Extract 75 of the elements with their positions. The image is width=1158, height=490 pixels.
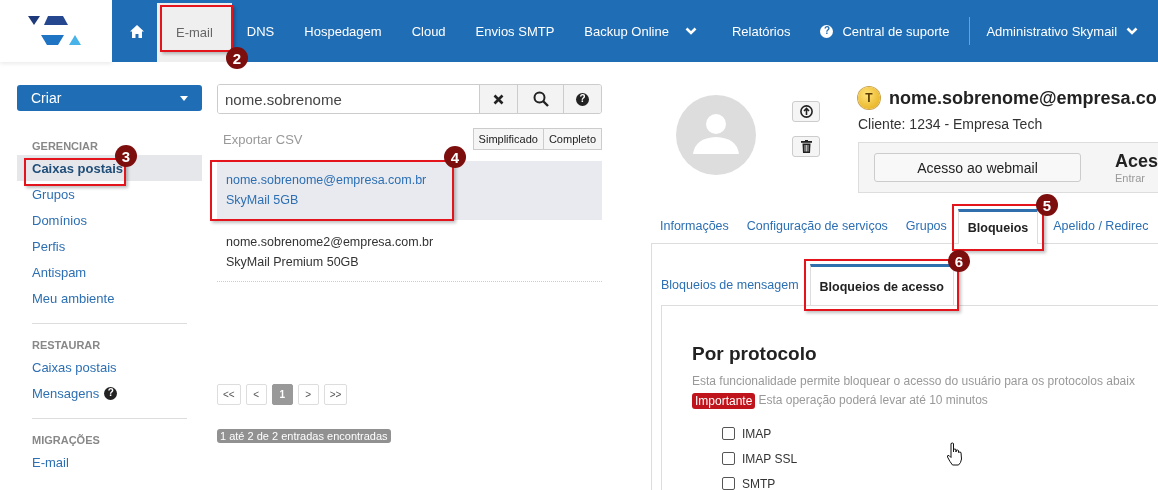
tab[interactable]: Bloqueios — [957, 209, 1039, 244]
section-title: MIGRAÇÕES — [31, 434, 101, 446]
sidebar-item[interactable]: Mensagens ? — [17, 380, 202, 406]
access-title: Aces — [1114, 151, 1158, 172]
create-button[interactable]: Criar — [17, 85, 202, 111]
upload-button[interactable] — [792, 101, 820, 122]
chevron-down-icon — [1126, 26, 1139, 36]
webmail-button[interactable]: Acesso ao webmail — [874, 153, 1081, 182]
step-marker: 5 — [1036, 194, 1058, 216]
home-icon — [130, 24, 144, 38]
logo-icon[interactable] — [28, 16, 82, 46]
nav-tab[interactable]: Hospedagem — [289, 17, 397, 45]
sidebar-item[interactable]: E-mail — [17, 449, 202, 475]
sidebar-item[interactable]: Grupos — [17, 181, 202, 207]
mailbox-email: nome.sobrenome@empresa.com.br — [226, 172, 428, 189]
caret-icon — [180, 95, 188, 101]
chevron-down-icon — [684, 26, 697, 36]
mailbox-plan: SkyMail Premium 50GB — [226, 254, 360, 271]
protocol-label: IMAP — [742, 426, 772, 441]
page-button[interactable]: >> — [323, 384, 348, 405]
nav-tab[interactable]: E-mail — [157, 3, 232, 62]
hand-cursor-icon — [946, 442, 964, 466]
sidebar-item[interactable]: Perfis — [17, 233, 202, 259]
nav-tab[interactable]: Cloud — [396, 17, 461, 45]
sidebar-item[interactable]: Meu ambiente — [17, 285, 202, 311]
upload-icon — [799, 105, 813, 118]
protocol-label: IMAP SSL — [742, 451, 798, 466]
page-button[interactable]: > — [297, 384, 319, 405]
subtab[interactable]: Bloqueios de mensagem — [652, 264, 808, 305]
tab[interactable]: Informações — [651, 209, 738, 243]
step-marker: 6 — [948, 250, 970, 272]
delete-button[interactable] — [792, 136, 820, 157]
tab[interactable]: Grupos — [896, 209, 956, 243]
notice-text: Esta operação poderá levar até 10 minutos — [758, 392, 988, 409]
access-subtitle: Entrar — [1114, 172, 1146, 184]
step-marker: 2 — [226, 47, 248, 69]
help-icon: ? — [104, 386, 118, 400]
support-link[interactable]: ? Central de suporte — [805, 17, 965, 45]
view-toggle-button[interactable]: Simplificado — [472, 128, 544, 150]
mailbox-plan: SkyMail 5GB — [226, 192, 300, 209]
mailbox-title: nome.sobrenome@empresa.co — [889, 87, 1157, 109]
subtab[interactable]: Bloqueios de acesso — [809, 264, 954, 306]
description-text: Esta funcionalidade permite bloquear o acesso do usuário para os protocolos abaix — [692, 373, 1136, 390]
protocol-checkbox[interactable] — [722, 477, 735, 490]
page-button[interactable]: < — [245, 384, 267, 405]
sidebar-item[interactable]: Caixas postais — [17, 354, 202, 380]
section-heading: Por protocolo — [692, 342, 818, 366]
sidebar-item[interactable]: Domínios — [17, 207, 202, 233]
help-icon: ? — [820, 24, 834, 38]
section-title: RESTAURAR — [31, 339, 102, 351]
step-marker: 4 — [444, 146, 466, 168]
protocol-checkbox[interactable] — [722, 452, 735, 465]
section-title: GERENCIAR — [31, 140, 99, 152]
page-button[interactable]: 1 — [271, 384, 293, 405]
nav-tab[interactable]: Backup Online — [569, 17, 717, 45]
protocol-label: SMTP — [742, 476, 776, 490]
page-button[interactable]: << — [217, 384, 241, 405]
important-badge: Importante — [692, 392, 756, 409]
sidebar-item[interactable]: Antispam — [17, 259, 202, 285]
export-csv-link[interactable]: Exportar CSV — [217, 131, 303, 147]
step-marker: 3 — [115, 145, 137, 167]
view-toggle-button[interactable]: Completo — [543, 128, 602, 150]
tab[interactable]: Configuração de serviços — [737, 209, 897, 243]
mailbox-row[interactable]: nome.sobrenome2@empresa.com.br SkyMail Premium 50GB — [217, 223, 602, 282]
user-silhouette-icon — [693, 114, 739, 154]
nav-tab[interactable]: DNS — [231, 17, 290, 45]
client-text: Cliente: 1234 - Empresa Tech — [858, 116, 1044, 132]
status-badge: T — [858, 87, 880, 109]
account-menu[interactable]: Administrativo Skymail — [969, 17, 1155, 45]
protocol-checkbox[interactable] — [722, 427, 735, 440]
nav-tab[interactable]: Relatórios — [716, 17, 806, 45]
trash-icon — [800, 140, 812, 153]
mailbox-email: nome.sobrenome2@empresa.com.br — [226, 234, 435, 251]
entries-count-badge: 1 até 2 de 2 entradas encontradas — [217, 429, 391, 443]
nav-tab[interactable]: Envios SMTP — [460, 17, 570, 45]
